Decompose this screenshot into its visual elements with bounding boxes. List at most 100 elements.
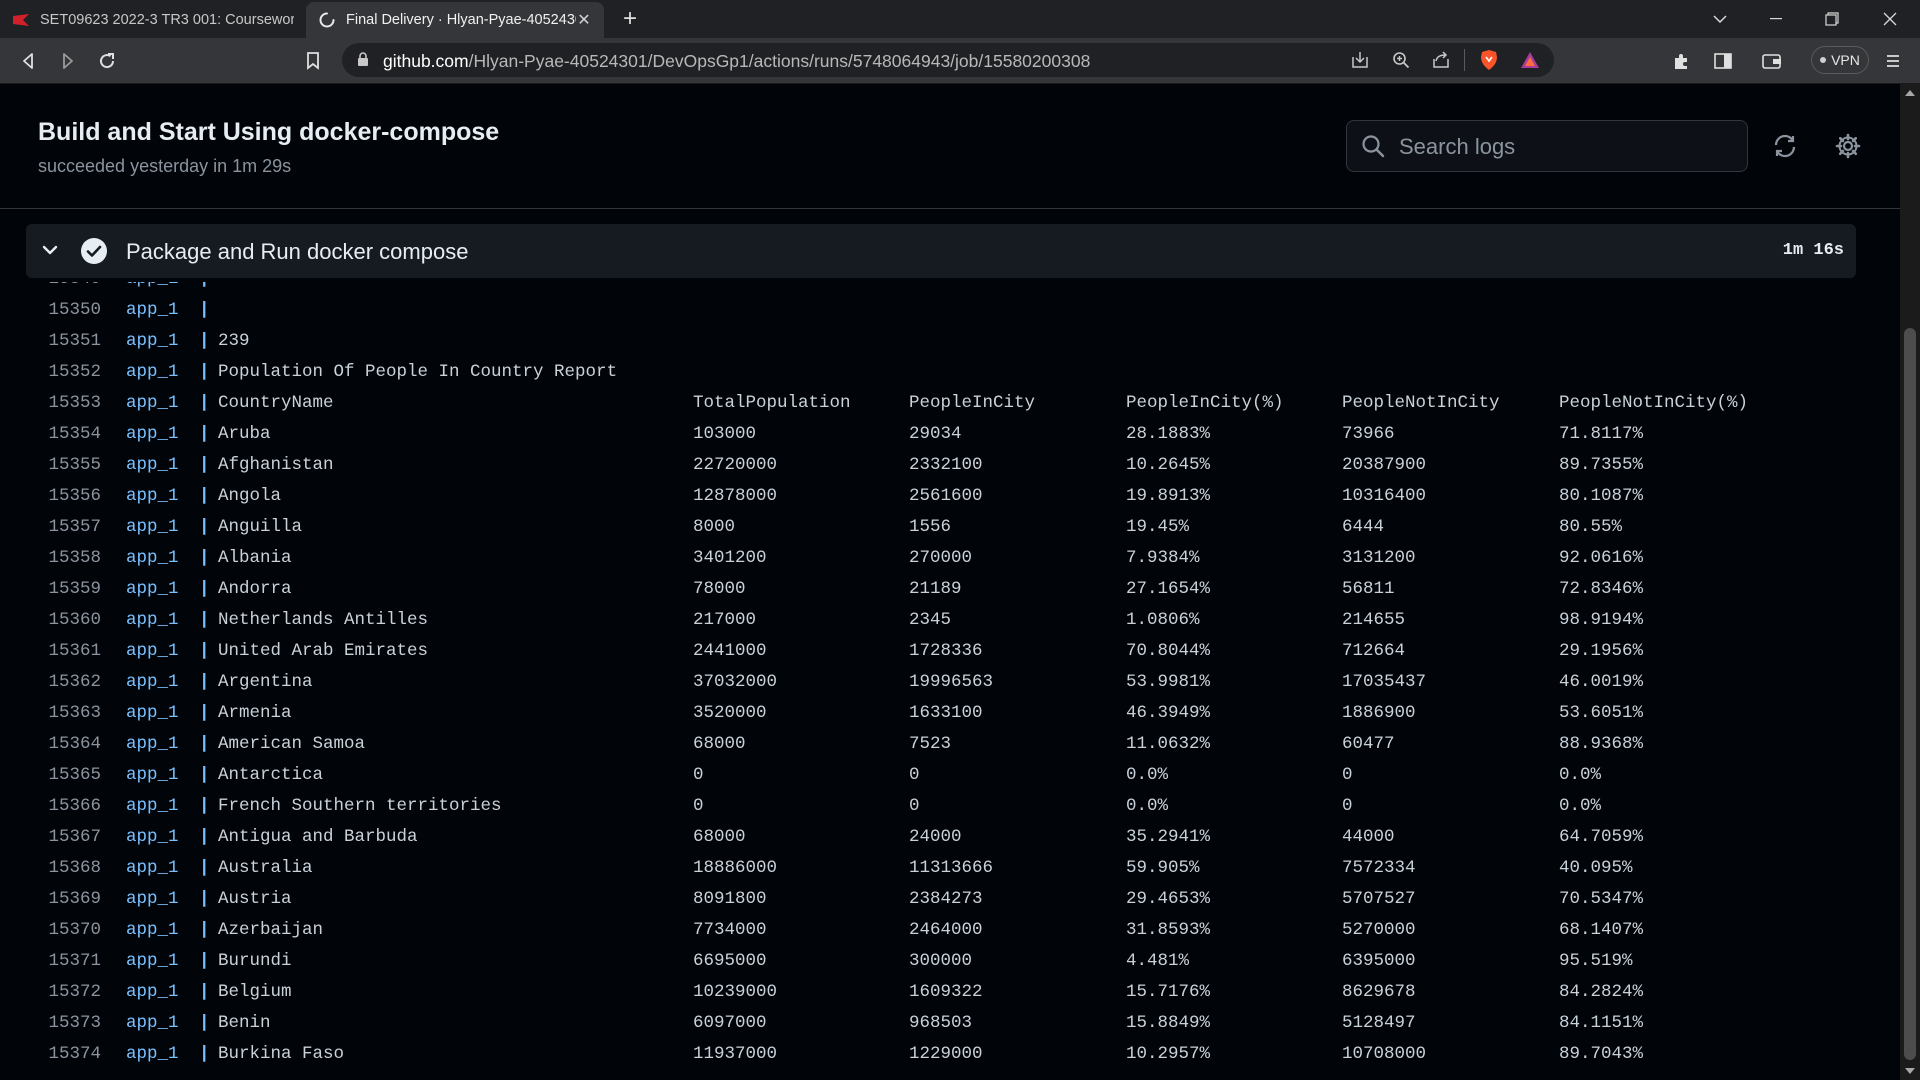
sidebar-toggle-icon[interactable] [1708, 46, 1738, 76]
service-separator: | [199, 827, 210, 847]
page-scrollbar[interactable] [1900, 84, 1920, 1080]
service-separator: | [199, 579, 210, 599]
new-tab-button[interactable]: + [617, 6, 643, 32]
browser-tab-final-delivery[interactable]: Final Delivery · Hlyan-Pyae-40524301/Dev… [306, 2, 604, 38]
minimize-window-button[interactable] [1748, 0, 1804, 38]
log-col-people-not-in-city-pct: 88.9368% [1559, 734, 1644, 754]
chevron-down-icon[interactable] [40, 240, 60, 265]
log-col-people-in-city-pct: 1.0806% [1126, 610, 1200, 630]
tab-search-chevron-icon[interactable] [1692, 0, 1748, 38]
log-col-total-population: 68000 [693, 827, 746, 847]
line-number: 15374 [48, 1044, 101, 1064]
log-line: 15350 app_1 | [0, 295, 1880, 326]
service-separator: | [199, 455, 210, 475]
log-line: 15364 app_1 | American Samoa 68000 7523 11.063… [0, 729, 1880, 760]
loading-spinner-icon [318, 11, 336, 29]
service-separator: | [199, 889, 210, 909]
log-col-people-in-city-pct: 19.45% [1126, 517, 1190, 537]
step-header-package-and-run[interactable]: Package and Run docker compose 1m 16s [26, 224, 1856, 278]
wallet-icon[interactable] [1757, 46, 1787, 76]
service-separator: | [199, 982, 210, 1002]
log-col-people-in-city-pct: 46.3949% [1126, 703, 1211, 723]
service-separator: | [199, 641, 210, 661]
log-col-country: CountryName [218, 393, 334, 413]
log-col-people-not-in-city: 3131200 [1342, 548, 1416, 568]
close-window-button[interactable] [1862, 0, 1918, 38]
scrollbar-thumb[interactable] [1904, 328, 1916, 1060]
log-col-total-population: 22720000 [693, 455, 778, 475]
service-name: app_1 [126, 548, 179, 568]
log-col-people-in-city-pct: 11.0632% [1126, 734, 1211, 754]
log-col-people-in-city-pct: 29.4653% [1126, 889, 1211, 909]
log-col-people-not-in-city: 60477 [1342, 734, 1395, 754]
log-col-people-not-in-city-pct: 71.8117% [1559, 424, 1644, 444]
forward-icon[interactable] [53, 46, 83, 76]
log-col-total-population: 11937000 [693, 1044, 778, 1064]
scroll-up-arrow-icon[interactable] [1905, 90, 1915, 96]
log-col-people-in-city: 300000 [909, 951, 973, 971]
vpn-button[interactable]: VPN [1811, 46, 1869, 74]
scroll-down-arrow-icon[interactable] [1905, 1068, 1915, 1074]
service-name: app_1 [126, 610, 179, 630]
share-icon[interactable] [1430, 49, 1452, 71]
install-app-icon[interactable] [1349, 49, 1371, 71]
log-col-people-not-in-city-pct: 98.9194% [1559, 610, 1644, 630]
line-number: 15363 [48, 703, 101, 723]
log-col-people-in-city: 968503 [909, 1013, 973, 1033]
log-col-people-in-city-pct: 35.2941% [1126, 827, 1211, 847]
service-name: app_1 [126, 579, 179, 599]
search-logs-field[interactable] [1346, 120, 1748, 173]
service-name: app_1 [126, 282, 179, 295]
log-col-people-not-in-city-pct: 29.1956% [1559, 641, 1644, 661]
log-col-people-in-city-pct: 10.2645% [1126, 455, 1211, 475]
bookmark-icon[interactable] [298, 46, 328, 76]
zoom-icon[interactable] [1390, 49, 1412, 71]
log-line: 15371 app_1 | Burundi 6695000 300000 4.481% 639… [0, 946, 1880, 977]
line-number: 15351 [48, 331, 101, 351]
gear-icon[interactable] [1830, 128, 1866, 164]
menu-icon[interactable] [1878, 46, 1908, 76]
log-col-people-not-in-city: 8629678 [1342, 982, 1416, 1002]
service-name: app_1 [126, 703, 179, 723]
log-col-country: Argentina [218, 672, 313, 692]
log-col-total-population: TotalPopulation [693, 393, 851, 413]
log-col-country: French Southern territories [218, 796, 502, 816]
close-tab-icon[interactable]: ✕ [576, 10, 592, 30]
log-col-total-population: 8091800 [693, 889, 767, 909]
service-separator: | [199, 920, 210, 940]
back-icon[interactable] [13, 46, 43, 76]
log-col-people-not-in-city-pct: PeopleNotInCity(%) [1559, 393, 1749, 413]
brave-rewards-icon[interactable] [1519, 49, 1541, 71]
log-col-total-population: 37032000 [693, 672, 778, 692]
log-col-country: Australia [218, 858, 313, 878]
refresh-logs-icon[interactable] [1767, 128, 1803, 164]
address-bar[interactable]: github.com/Hlyan-Pyae-40524301/DevOpsGp1… [342, 43, 1554, 77]
extensions-icon[interactable] [1666, 46, 1696, 76]
service-separator: | [199, 703, 210, 723]
log-col-country: Belgium [218, 982, 292, 1002]
line-number: 15371 [48, 951, 101, 971]
log-col-people-in-city: 1728336 [909, 641, 983, 661]
log-col-people-in-city-pct: 28.1883% [1126, 424, 1211, 444]
tab-title: Final Delivery · Hlyan-Pyae-40524301/Dev… [346, 12, 576, 28]
log-col-people-not-in-city: 214655 [1342, 610, 1406, 630]
search-logs-input[interactable] [1397, 121, 1741, 173]
log-col-total-population: 2441000 [693, 641, 767, 661]
brave-shields-icon[interactable] [1478, 49, 1500, 71]
log-col-country: Andorra [218, 579, 292, 599]
log-col-people-in-city-pct: 27.1654% [1126, 579, 1211, 599]
service-name: app_1 [126, 362, 179, 382]
log-col-people-not-in-city: PeopleNotInCity [1342, 393, 1500, 413]
log-col-country: Afghanistan [218, 455, 334, 475]
restore-window-button[interactable] [1804, 0, 1860, 38]
log-message: Population Of People In Country Report [218, 362, 618, 382]
log-line: 15352 app_1 | Population Of People In Count… [0, 357, 1880, 388]
service-separator: | [199, 610, 210, 630]
service-name: app_1 [126, 455, 179, 475]
log-line: 15369 app_1 | Austria 8091800 2384273 29.4653%… [0, 884, 1880, 915]
reload-icon[interactable] [92, 46, 122, 76]
service-name: app_1 [126, 393, 179, 413]
log-col-people-not-in-city-pct: 80.1087% [1559, 486, 1644, 506]
service-name: app_1 [126, 858, 179, 878]
browser-tab-coursework[interactable]: SET09623 2022-3 TR3 001: Coursework [0, 2, 306, 38]
